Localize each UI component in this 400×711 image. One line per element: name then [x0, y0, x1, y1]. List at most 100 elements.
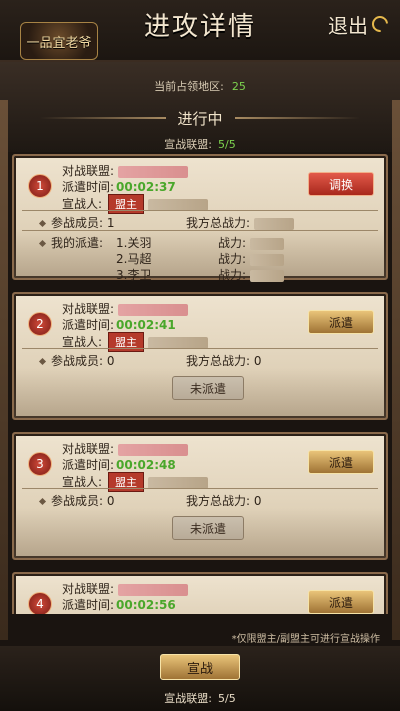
- declarer-row: 宣战人: 盟主: [62, 332, 208, 352]
- power-label: 战力:: [218, 236, 247, 250]
- undispatched-button[interactable]: 未派遣: [172, 376, 244, 400]
- alliance-row: 对战联盟:: [62, 440, 188, 457]
- declare-war-button[interactable]: 宣战: [160, 654, 240, 680]
- members-value: 0: [106, 354, 115, 368]
- alliance-label: 对战联盟:: [62, 442, 115, 456]
- dispatch-button[interactable]: 派遣: [308, 450, 374, 474]
- total-power-hidden: [253, 217, 294, 230]
- bottom-declared-info: 宣战联盟: 5/5: [0, 690, 400, 706]
- declarer-row: 宣战人: 盟主: [62, 472, 208, 492]
- time-label: 派遣时间:: [62, 318, 115, 332]
- dispatch-time: 00:02:48: [116, 458, 176, 472]
- declarer-name-hidden: [147, 198, 208, 211]
- battle-card: 3 对战联盟: 派遣时间: 00:02:48 宣战人: 盟主 派遣 参战成员: 0 …: [12, 432, 388, 560]
- diamond-icon: [38, 357, 47, 366]
- time-row: 派遣时间: 00:02:37: [62, 178, 176, 195]
- leader-tag: 盟主: [108, 472, 145, 492]
- members-label: 参战成员:: [51, 216, 104, 230]
- total-power-label: 我方总战力:: [186, 354, 251, 368]
- members-label: 参战成员:: [51, 354, 104, 368]
- total-power-row: 我方总战力: 0: [186, 492, 262, 509]
- exit-arrow-icon: [368, 12, 392, 36]
- power-hidden: [249, 269, 284, 282]
- occupy-info: 当前占领地区: 25: [0, 78, 400, 94]
- alliance-label: 对战联盟:: [62, 582, 115, 596]
- declarer-label: 宣战人:: [62, 335, 103, 349]
- diamond-icon: [38, 219, 47, 228]
- total-power-row: 我方总战力: 0: [186, 352, 262, 369]
- right-frame: [392, 100, 400, 640]
- game-logo: 一品宜老爷: [20, 22, 98, 60]
- notice-text: *仅限盟主/副盟主可进行宣战操作: [231, 634, 380, 645]
- occupy-value: 25: [231, 80, 246, 93]
- alliance-row: 对战联盟:: [62, 580, 188, 597]
- alliance-name-hidden: [117, 583, 188, 596]
- alliance-name-hidden: [117, 303, 188, 316]
- divider: [22, 488, 378, 489]
- alliance-label: 对战联盟:: [62, 164, 115, 178]
- time-row: 派遣时间: 00:02:48: [62, 456, 176, 473]
- declarer-row: 宣战人: 盟主: [62, 194, 208, 214]
- alliance-row: 对战联盟:: [62, 162, 188, 179]
- status-banner: 进行中: [40, 106, 361, 130]
- power-hidden: [249, 237, 284, 250]
- battle-card: 2 对战联盟: 派遣时间: 00:02:41 宣战人: 盟主 派遣 参战成员: 0 …: [12, 292, 388, 420]
- divider-right: [234, 117, 361, 119]
- card-index: 2: [28, 312, 52, 336]
- declarer-label: 宣战人:: [62, 475, 103, 489]
- divider: [22, 230, 378, 231]
- declarer-name-hidden: [147, 476, 208, 489]
- time-row: 派遣时间: 00:02:56: [62, 596, 176, 613]
- declared-info: 宣战联盟: 5/5: [0, 136, 400, 152]
- diamond-icon: [38, 239, 47, 248]
- time-label: 派遣时间:: [62, 458, 115, 472]
- time-label: 派遣时间:: [62, 180, 115, 194]
- exit-button[interactable]: 退出: [328, 10, 392, 38]
- undispatched-button[interactable]: 未派遣: [172, 516, 244, 540]
- total-power-label: 我方总战力:: [186, 494, 251, 508]
- declared-value: 5/5: [218, 138, 236, 151]
- diamond-icon: [38, 497, 47, 506]
- dispatch-time: 00:02:56: [116, 598, 176, 612]
- dispatch-button[interactable]: 派遣: [308, 310, 374, 334]
- total-power-value: 0: [253, 354, 262, 368]
- total-power-label: 我方总战力:: [186, 216, 251, 230]
- battle-card: 1 对战联盟: 派遣时间: 00:02:37 宣战人: 盟主 调换 参战成员: 1 …: [12, 154, 388, 282]
- exit-label: 退出: [328, 13, 368, 38]
- members-value: 1: [106, 216, 115, 230]
- swap-button[interactable]: 调换: [308, 172, 374, 196]
- divider: [22, 210, 378, 211]
- power-label: 战力:: [218, 252, 247, 266]
- members-value: 0: [106, 494, 115, 508]
- battle-card: 4 对战联盟: 派遣时间: 00:02:56 派遣: [12, 572, 388, 614]
- bottom-declared-label: 宣战联盟:: [164, 692, 212, 705]
- dispatch-time: 00:02:41: [116, 318, 176, 332]
- members-row: 参战成员: 1: [38, 214, 115, 231]
- logo-text: 一品宜老爷: [26, 35, 92, 51]
- alliance-name-hidden: [117, 165, 188, 178]
- hero-power: 战力:: [218, 250, 284, 267]
- total-power-value: 0: [253, 494, 262, 508]
- my-dispatch-label: 我的派遣:: [51, 236, 104, 250]
- alliance-label: 对战联盟:: [62, 302, 115, 316]
- page-title: 进攻详情: [143, 12, 256, 42]
- dispatch-time: 00:02:37: [116, 180, 176, 194]
- power-label: 战力:: [218, 268, 247, 282]
- members-row: 参战成员: 0: [38, 492, 115, 509]
- card-index: 3: [28, 452, 52, 476]
- declarer-name-hidden: [147, 336, 208, 349]
- total-power-row: 我方总战力:: [186, 214, 294, 231]
- divider: [22, 348, 378, 349]
- declared-label: 宣战联盟:: [164, 138, 212, 151]
- alliance-name-hidden: [117, 443, 188, 456]
- battle-list[interactable]: 1 对战联盟: 派遣时间: 00:02:37 宣战人: 盟主 调换 参战成员: 1 …: [12, 154, 388, 614]
- alliance-row: 对战联盟:: [62, 300, 188, 317]
- dispatch-button[interactable]: 派遣: [308, 590, 374, 614]
- power-hidden: [249, 253, 284, 266]
- left-frame: [0, 100, 8, 640]
- status-text: 进行中: [177, 109, 223, 128]
- time-row: 派遣时间: 00:02:41: [62, 316, 176, 333]
- members-label: 参战成员:: [51, 494, 104, 508]
- my-dispatch-label-row: 我的派遣:: [38, 234, 104, 251]
- top-bar: 一品宜老爷 进攻详情 退出: [0, 0, 400, 62]
